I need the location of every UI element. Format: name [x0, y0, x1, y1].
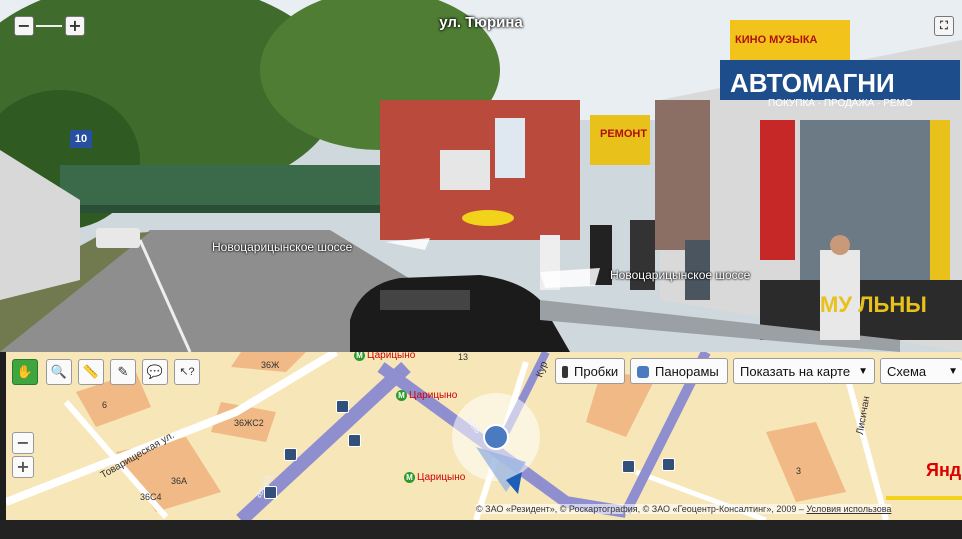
route-tool-button[interactable]: ✎ [110, 359, 136, 385]
kiosk-sign: КИНО МУЗЫКА [735, 34, 818, 46]
comment-tool-button[interactable]: 💬 [142, 359, 168, 385]
chevron-down-icon: ▼ [948, 366, 958, 377]
building-36zh: 36Ж [261, 360, 280, 370]
bottom-strip [0, 520, 962, 539]
zoom-area-tool-button[interactable]: 🔍 [46, 359, 72, 385]
street-title: ул. Тюрина [439, 14, 523, 31]
route-sign: 10 [70, 130, 92, 148]
bus-stop-icon [336, 400, 349, 413]
info-tool-button[interactable]: ↖? [174, 359, 200, 385]
shop-sign: АВТОМАГНИ [730, 68, 895, 98]
metro-station-label: M Царицыно [354, 352, 415, 361]
building-6: 6 [102, 400, 108, 410]
pan-tool-button[interactable]: ✋ [12, 359, 38, 385]
building-36s4: 36С4 [140, 492, 162, 502]
metro-station-label: M Царицыно [404, 472, 465, 483]
building-13: 13 [458, 352, 469, 362]
repair-sign: РЕМОНТ [600, 128, 648, 140]
panoramas-label: Панорамы [655, 364, 719, 379]
street-panorama[interactable]: − + ул. Тюрина ⛶ 10 АВТОМАГНИ ПОКУПКА · … [0, 0, 962, 352]
bus-stop-icon [264, 486, 277, 499]
metro-icon: M [354, 352, 365, 361]
map-type-label: Схема [887, 364, 927, 379]
panorama-image [0, 0, 962, 352]
building-36a: 36А [171, 476, 188, 486]
show-on-map-dropdown[interactable]: Показать на карте ▼ [733, 358, 875, 384]
metro-icon: M [404, 472, 415, 483]
metro-station-label: M Царицыно [396, 390, 457, 401]
binoculars-icon [637, 366, 649, 378]
chevron-down-icon: ▼ [858, 366, 868, 377]
building-3: 3 [796, 466, 802, 476]
map-zoom-out-button[interactable]: − [12, 432, 34, 454]
shop-subsign: ПОКУПКА · ПРОДАЖА · РЕМО [768, 98, 913, 109]
map-panel[interactable]: ✋ 🔍 📏 ✎ 💬 ↖? Пробки Панорамы Показать на… [6, 352, 962, 520]
show-on-map-label: Показать на карте [740, 364, 851, 379]
panoramas-button[interactable]: Панорамы [630, 358, 728, 384]
bus-stop-icon [348, 434, 361, 447]
traffic-label: Пробки [574, 364, 619, 379]
bus-stop-icon [622, 460, 635, 473]
yandex-logo: Янде [926, 460, 962, 480]
copyright-text: © ЗАО «Резидент», © Роскартография, © ЗА… [476, 504, 804, 514]
copyright-notice: © ЗАО «Резидент», © Роскартография, © ЗА… [476, 504, 892, 514]
street-label-2: Новоцарицынское шоссе [610, 268, 751, 282]
ruler-tool-button[interactable]: 📏 [78, 359, 104, 385]
fullscreen-icon[interactable]: ⛶ [934, 16, 954, 36]
map-zoom-in-button[interactable]: + [12, 456, 34, 478]
traffic-button[interactable]: Пробки [555, 358, 625, 384]
map-type-dropdown[interactable]: Схема ▼ [880, 358, 962, 384]
metro-icon: M [396, 390, 407, 401]
terms-link[interactable]: Условия использова [806, 504, 891, 514]
bus-stop-icon [662, 458, 675, 471]
bus-stop-icon [284, 448, 297, 461]
street-label-1: Новоцарицынское шоссе [212, 240, 353, 254]
traffic-light-icon [562, 366, 568, 378]
building-36zhs2: 36ЖС2 [234, 418, 264, 428]
shop-bottom-sign: МУ ЛЬНЫ [820, 292, 927, 317]
